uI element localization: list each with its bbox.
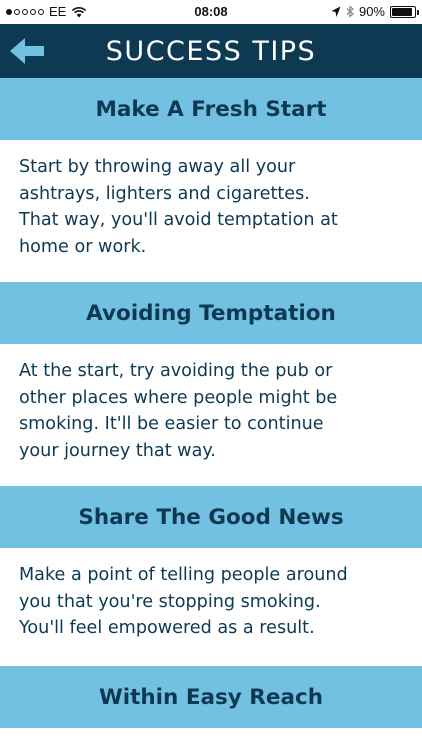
battery-percentage: 90% [358, 4, 385, 19]
tip-header[interactable]: Share The Good News [0, 486, 422, 548]
tip-text: Make a point of telling people around yo… [19, 565, 348, 638]
tip-title: Within Easy Reach [98, 684, 324, 710]
battery-level [392, 7, 412, 16]
tip-body: At the start, try avoiding the pub or ot… [0, 344, 422, 486]
location-arrow-icon [331, 6, 341, 17]
tip-text: At the start, try avoiding the pub or ot… [19, 361, 338, 461]
tip-header[interactable]: Within Easy Reach [0, 666, 422, 728]
status-bar: EE 08:08 90% [0, 0, 422, 24]
page-title: SUCCESS TIPS [105, 35, 317, 67]
tip-body: Make a point of telling people around yo… [0, 548, 422, 666]
bluetooth-icon [346, 5, 354, 18]
nav-bar: SUCCESS TIPS [0, 24, 422, 78]
tip-body: Start by throwing away all your ashtrays… [0, 140, 422, 282]
battery-icon [390, 5, 419, 18]
tip-text: Start by throwing away all your ashtrays… [19, 157, 338, 257]
tip-title: Avoiding Temptation [86, 300, 336, 326]
tip-header[interactable]: Make A Fresh Start [0, 78, 422, 140]
status-right: 90% [331, 4, 419, 19]
tip-title: Share The Good News [78, 504, 344, 530]
battery-nub [417, 9, 419, 15]
tip-body [0, 728, 422, 750]
tip-header[interactable]: Avoiding Temptation [0, 282, 422, 344]
back-button[interactable] [6, 30, 50, 72]
back-arrow-icon [10, 38, 44, 64]
tip-title: Make A Fresh Start [95, 96, 327, 122]
